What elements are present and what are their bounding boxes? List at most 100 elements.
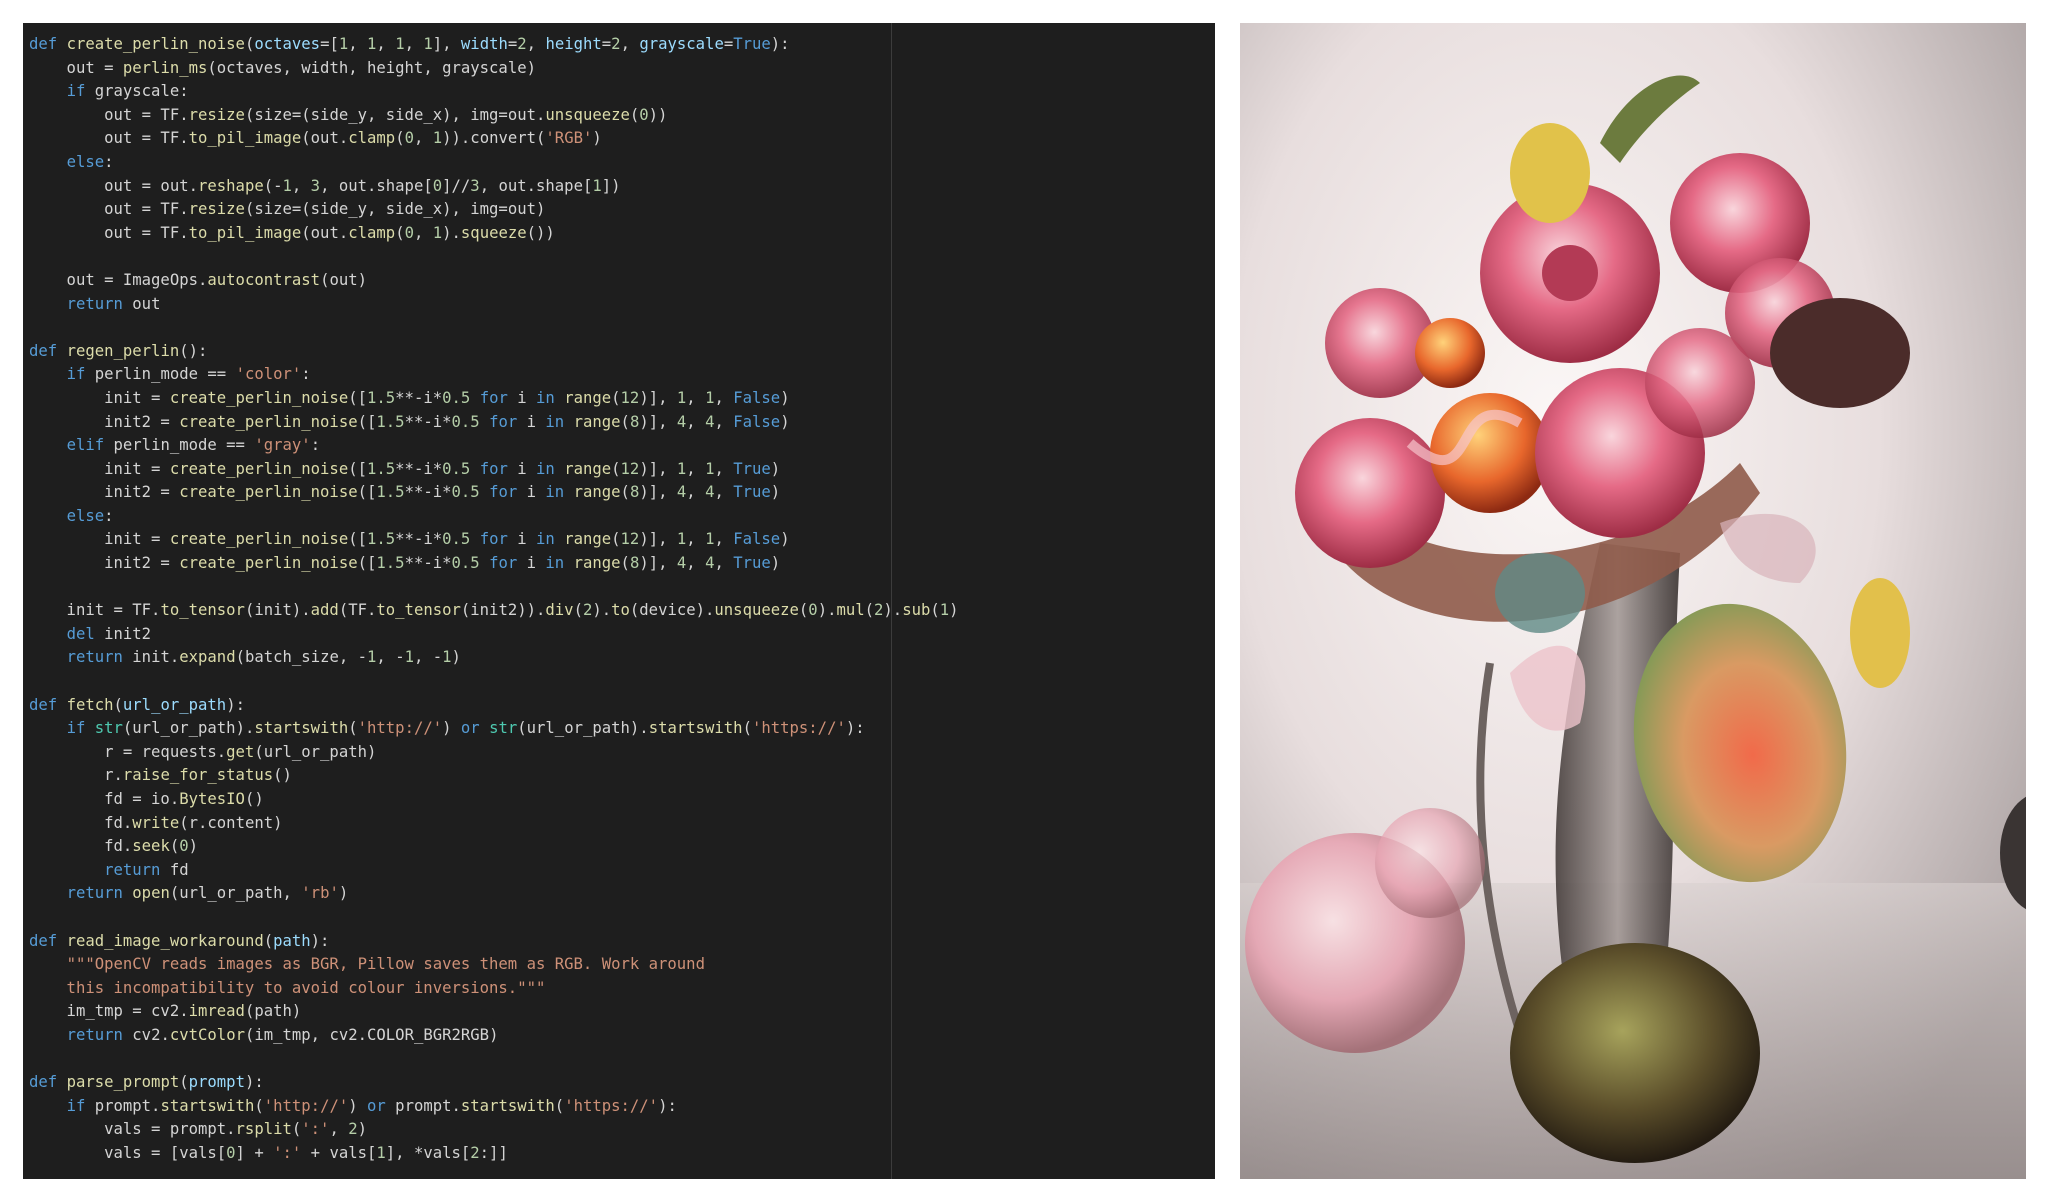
code-listing[interactable]: def create_perlin_noise(octaves=[1, 1, 1…	[29, 33, 959, 1166]
code-line[interactable]: fd = io.BytesIO()	[29, 788, 959, 812]
code-line[interactable]: if perlin_mode == 'color':	[29, 363, 959, 387]
code-token: )	[780, 388, 790, 407]
code-line[interactable]: def regen_perlin():	[29, 340, 959, 364]
code-line[interactable]: out = TF.resize(size=(side_y, side_x), i…	[29, 198, 959, 222]
code-token: ):	[310, 931, 330, 950]
code-line[interactable]: """OpenCV reads images as BGR, Pillow sa…	[29, 953, 959, 977]
code-token: startswith	[160, 1096, 255, 1115]
code-token: init =	[29, 459, 170, 478]
code-token: return	[104, 860, 161, 879]
code-line[interactable]: r.raise_for_status()	[29, 764, 959, 788]
code-token: 1	[376, 1143, 386, 1162]
code-token: create_perlin_noise	[169, 459, 349, 478]
code-token: 'https://'	[564, 1096, 659, 1115]
code-line[interactable]: out = TF.to_pil_image(out.clamp(0, 1).sq…	[29, 222, 959, 246]
code-token: ):	[845, 719, 865, 738]
code-token: )	[357, 1120, 368, 1139]
code-token: octaves	[254, 35, 321, 53]
code-token: 4	[676, 412, 687, 431]
code-token: range	[573, 483, 621, 502]
code-line[interactable]: im_tmp = cv2.imread(path)	[29, 1000, 959, 1024]
code-line[interactable]	[29, 670, 959, 694]
code-line[interactable]: vals = [vals[0] + ':' + vals[1], *vals[2…	[29, 1142, 959, 1166]
code-line[interactable]: init2 = create_perlin_noise([1.5**-i*0.5…	[29, 481, 959, 505]
code-line[interactable]	[29, 906, 959, 930]
code-token: (	[348, 719, 358, 738]
code-line[interactable]: init = create_perlin_noise([1.5**-i*0.5 …	[29, 458, 959, 482]
code-token: 12	[620, 459, 640, 478]
code-token: )	[780, 412, 790, 431]
code-line[interactable]: if grayscale:	[29, 80, 959, 104]
code-token: out = TF.	[29, 223, 189, 242]
code-line[interactable]: init = create_perlin_noise([1.5**-i*0.5 …	[29, 387, 959, 411]
code-token: ([	[348, 388, 367, 407]
code-line[interactable]	[29, 245, 959, 269]
code-line[interactable]: return fd	[29, 859, 959, 883]
code-token: (-	[263, 176, 283, 195]
code-line[interactable]: else:	[29, 505, 959, 529]
code-line[interactable]: return out	[29, 293, 959, 317]
code-line[interactable]: def read_image_workaround(path):	[29, 930, 959, 954]
code-token: ([	[348, 459, 367, 478]
code-line[interactable]: this incompatibility to avoid colour inv…	[29, 977, 959, 1001]
code-token: (size=(side_y, side_x), img=out.	[244, 105, 546, 124]
code-line[interactable]: vals = prompt.rsplit(':', 2)	[29, 1118, 959, 1142]
code-token: 0	[639, 105, 649, 124]
code-line[interactable]: return open(url_or_path, 'rb')	[29, 882, 959, 906]
code-token: out = TF.	[29, 105, 189, 124]
code-line[interactable]: del init2	[29, 623, 959, 647]
code-line[interactable]: out = TF.to_pil_image(out.clamp(0, 1)).c…	[29, 127, 959, 151]
code-line[interactable]: fd.seek(0)	[29, 835, 959, 859]
code-token: (	[179, 1073, 189, 1092]
code-token: get	[226, 742, 255, 761]
code-token: ,	[714, 530, 734, 549]
code-token: (url_or_path)	[254, 742, 377, 761]
code-line[interactable]: init2 = create_perlin_noise([1.5**-i*0.5…	[29, 411, 959, 435]
code-line[interactable]: def fetch(url_or_path):	[29, 694, 959, 718]
code-line[interactable]: return cv2.cvtColor(im_tmp, cv2.COLOR_BG…	[29, 1024, 959, 1048]
code-line[interactable]: def parse_prompt(prompt):	[29, 1071, 959, 1095]
code-line[interactable]: def create_perlin_noise(octaves=[1, 1, 1…	[29, 33, 959, 57]
code-token: startswith	[648, 719, 743, 738]
code-line[interactable]	[29, 316, 959, 340]
code-token: (TF.	[338, 601, 377, 620]
code-line[interactable]: out = ImageOps.autocontrast(out)	[29, 269, 959, 293]
code-line[interactable]: elif perlin_mode == 'gray':	[29, 434, 959, 458]
code-line[interactable]: else:	[29, 151, 959, 175]
code-line[interactable]: return init.expand(batch_size, -1, -1, -…	[29, 646, 959, 670]
code-line[interactable]: fd.write(r.content)	[29, 812, 959, 836]
code-line[interactable]: init2 = create_perlin_noise([1.5**-i*0.5…	[29, 552, 959, 576]
code-line[interactable]	[29, 576, 959, 600]
code-line[interactable]: init = TF.to_tensor(init).add(TF.to_tens…	[29, 599, 959, 623]
code-token: write	[132, 813, 180, 832]
code-token: 1	[404, 648, 414, 667]
code-editor-panel[interactable]: def create_perlin_noise(octaves=[1, 1, 1…	[23, 23, 1215, 1179]
code-line[interactable]: if prompt.startswith('http://') or promp…	[29, 1095, 959, 1119]
code-token: prompt.	[85, 1096, 161, 1115]
code-token: ())	[526, 223, 555, 242]
code-line[interactable]: out = out.reshape(-1, 3, out.shape[0]//3…	[29, 175, 959, 199]
code-line[interactable]	[29, 1048, 959, 1072]
code-token: )],	[639, 388, 677, 407]
code-token: this incompatibility to avoid colour inv…	[29, 978, 546, 997]
code-token: range	[573, 554, 621, 573]
code-token: reshape	[198, 176, 264, 195]
code-line[interactable]: r = requests.get(url_or_path)	[29, 741, 959, 765]
code-token: )],	[639, 530, 677, 549]
code-token: out = TF.	[29, 129, 189, 148]
code-line[interactable]: if str(url_or_path).startswith('http://'…	[29, 717, 959, 741]
code-token: , -	[413, 648, 443, 667]
code-token: for	[479, 459, 508, 478]
code-token: (	[620, 554, 630, 573]
code-line[interactable]: out = perlin_ms(octaves, width, height, …	[29, 57, 959, 81]
code-line[interactable]: out = TF.resize(size=(side_y, side_x), i…	[29, 104, 959, 128]
code-line[interactable]: init = create_perlin_noise([1.5**-i*0.5 …	[29, 528, 959, 552]
code-token: ([	[348, 530, 367, 549]
